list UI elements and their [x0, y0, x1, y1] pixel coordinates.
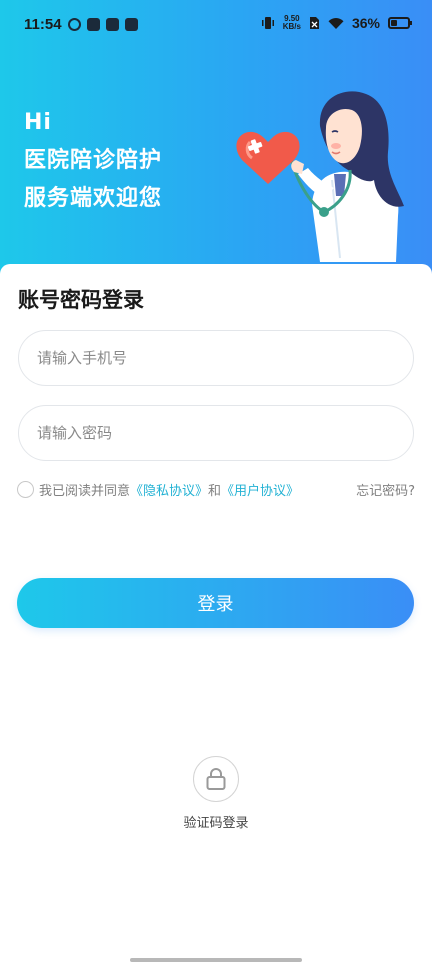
agreement-row: 我已阅读并同意 《隐私协议》 和 《用户协议》 忘记密码? [17, 479, 415, 499]
agreement-and-text: 和 [208, 483, 222, 499]
notification-icons [68, 18, 138, 31]
greeting: Hi 医院陪诊陪护 服务端欢迎您 [24, 104, 162, 218]
system-icons: 9.50 KB/s 36% [261, 15, 412, 31]
lock-button[interactable] [193, 756, 239, 802]
agreement-checkbox[interactable] [17, 480, 34, 498]
lock-icon [206, 768, 226, 790]
battery-percentage: 36% [351, 15, 380, 31]
forgot-password-link[interactable]: 忘记密码? [356, 480, 415, 499]
login-button[interactable]: 登录 [17, 578, 414, 628]
video-app-icon [106, 18, 119, 31]
password-field[interactable] [18, 405, 414, 461]
battery-icon [388, 17, 412, 29]
no-sim-icon [309, 17, 319, 29]
agreement-text: 我已阅读并同意 [39, 483, 131, 499]
sms-login-label: 验证码登录 [183, 816, 249, 831]
password-input[interactable] [37, 406, 413, 460]
page-title: 账号密码登录 [18, 288, 144, 312]
network-speed: 9.50 KB/s [283, 15, 301, 31]
sms-code-login[interactable]: 验证码登录 [166, 756, 266, 831]
greeting-service-name: 医院陪诊陪护 [24, 148, 163, 173]
alipay-icon [87, 18, 100, 31]
status-bar: 11:54 9.50 KB/s 36% [0, 0, 432, 52]
greeting-hi: Hi [24, 110, 52, 135]
vibrate-icon [261, 17, 274, 29]
phone-field[interactable] [18, 330, 414, 386]
status-time: 11:54 [24, 16, 62, 33]
mail-app-icon [125, 18, 138, 31]
wifi-icon [328, 17, 344, 29]
greeting-welcome: 服务端欢迎您 [24, 186, 163, 211]
home-indicator[interactable] [130, 958, 302, 962]
app-notification-icon [68, 18, 81, 31]
doctor-illustration [236, 91, 404, 262]
privacy-policy-link[interactable]: 《隐私协议》 [130, 480, 208, 499]
phone-input[interactable] [37, 331, 413, 385]
user-agreement-link[interactable]: 《用户协议》 [221, 480, 299, 499]
net-speed-unit: KB/s [282, 22, 301, 31]
